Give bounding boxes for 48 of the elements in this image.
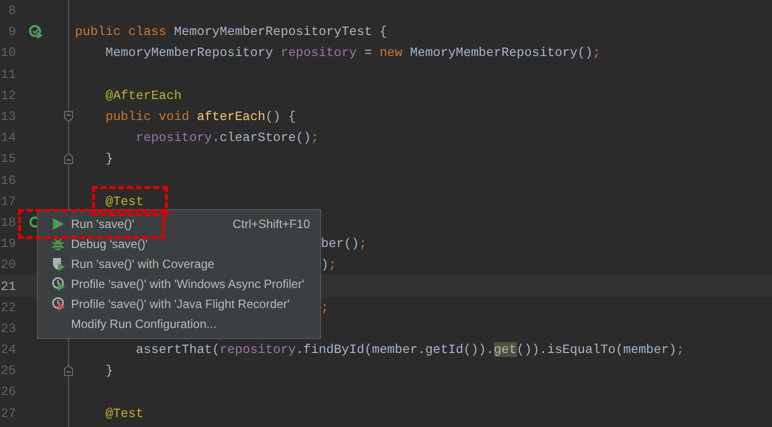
line-number: 18 (0, 214, 16, 232)
menu-item[interactable]: Profile 'save()' with 'Windows Async Profiler' (38, 274, 320, 294)
code-line: assertThat(repository.findById(member.getId()).get()).isEqualTo(member); (134, 341, 684, 360)
code-line: @Test (104, 404, 144, 423)
clock-play-icon (52, 277, 66, 291)
line-number: 16 (0, 172, 16, 190)
menu-item[interactable]: Modify Run Configuration... (38, 314, 320, 334)
line-number: 25 (0, 362, 16, 380)
line-number: 24 (0, 341, 16, 360)
line-number: 17 (0, 192, 16, 211)
line-number: 22 (0, 298, 16, 317)
line-number: 15 (0, 150, 16, 168)
code-line: } (104, 362, 114, 380)
line-number: 23 (0, 320, 16, 338)
fold-marker-icon[interactable] (64, 153, 73, 164)
code-line: MemoryMemberRepository repository = new MemoryMemberRepository(); (104, 44, 600, 62)
clock-play-icon (52, 297, 66, 311)
code-line: @Test (104, 192, 144, 211)
line-number: 27 (0, 404, 16, 423)
shield-play-icon (52, 257, 66, 271)
play-icon (52, 218, 64, 230)
line-number: 13 (0, 108, 16, 126)
code-line: public void afterEach() { (104, 108, 296, 126)
line-number: 26 (0, 383, 16, 402)
bug-icon (52, 238, 64, 250)
code-line: ; (321, 298, 329, 317)
menu-item[interactable]: Run 'save()' Ctrl+Shift+F10 (38, 214, 320, 234)
line-number: 20 (0, 256, 16, 274)
line-number: 19 (0, 235, 16, 254)
line-number: 12 (0, 86, 16, 105)
line-number: 11 (0, 66, 16, 84)
line-number: 10 (0, 44, 16, 62)
code-line: } (104, 150, 114, 168)
menu-item[interactable]: Debug 'save()' (38, 234, 320, 254)
line-number: 14 (0, 129, 16, 148)
line-number: 21 (0, 278, 16, 296)
code-line: ber(); (321, 235, 367, 254)
line-number: 9 (7, 23, 16, 42)
menu-item[interactable]: Run 'save()' with Coverage (38, 254, 320, 274)
fold-marker-icon[interactable] (64, 111, 73, 122)
fold-marker-icon[interactable] (64, 365, 73, 376)
code-line: public class MemoryMemberRepositoryTest { (75, 23, 388, 42)
menu-item[interactable]: Profile 'save()' with 'Java Flight Recorder' (38, 294, 320, 314)
code-line: ); (321, 256, 336, 274)
run-check-icon[interactable] (29, 24, 44, 39)
code-line: @AfterEach (104, 86, 182, 105)
code-line: repository.clearStore(); (134, 129, 319, 148)
line-number: 8 (7, 2, 16, 20)
